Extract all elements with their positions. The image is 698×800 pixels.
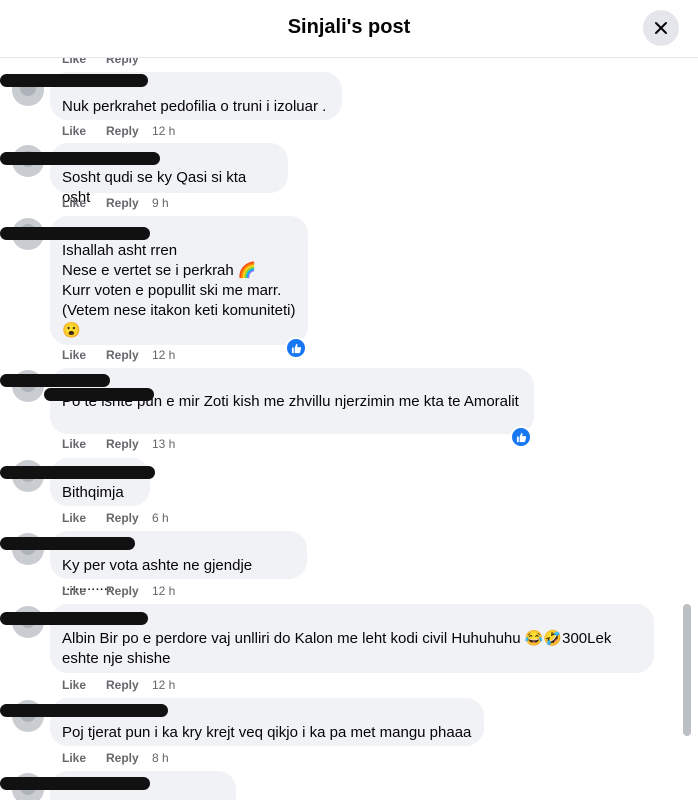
comment-time[interactable]: 6 h xyxy=(152,511,169,525)
redaction-mark xyxy=(0,777,150,790)
like-link[interactable]: Like xyxy=(62,584,106,598)
like-link[interactable]: Like xyxy=(62,511,106,525)
reply-link[interactable]: Reply xyxy=(106,437,152,451)
comment-actions: Like Reply 12 h xyxy=(62,348,175,362)
comment-time[interactable]: 12 h xyxy=(152,678,175,692)
scrollbar[interactable] xyxy=(683,604,691,736)
redaction-mark xyxy=(0,612,148,625)
reaction-badge[interactable] xyxy=(285,337,307,359)
like-link[interactable]: Like xyxy=(62,678,106,692)
close-icon xyxy=(655,22,667,34)
redaction-mark xyxy=(0,74,148,87)
like-link[interactable]: Like xyxy=(62,348,106,362)
redaction-mark xyxy=(0,152,160,165)
comment-text: Nuk perkrahet pedofilia o truni i izolua… xyxy=(62,98,327,115)
comment-author[interactable] xyxy=(62,612,642,629)
reply-link[interactable]: Reply xyxy=(106,678,152,692)
like-link[interactable]: Like xyxy=(62,751,106,765)
reply-link[interactable]: Reply xyxy=(106,511,152,525)
reply-link[interactable]: Reply xyxy=(106,584,152,598)
comment-time[interactable]: 12 h xyxy=(152,124,175,138)
like-link[interactable]: Like xyxy=(62,58,106,66)
comment-time[interactable]: 8 h xyxy=(152,751,169,765)
comment-time[interactable]: 12 h xyxy=(152,584,175,598)
comment-time[interactable]: 12 h xyxy=(152,348,175,362)
comment-actions: Like Reply 6 h xyxy=(62,511,169,525)
close-button[interactable] xyxy=(643,10,679,46)
thumbs-up-icon xyxy=(516,432,526,442)
redaction-mark xyxy=(0,704,168,717)
like-link[interactable]: Like xyxy=(62,437,106,451)
comment-text: Albin Bir po e perdore vaj unlliri do Ka… xyxy=(62,630,612,667)
reply-link[interactable]: Reply xyxy=(106,124,152,138)
comment-text: Ishallah asht rren Nese e vertet se i pe… xyxy=(62,242,296,339)
dialog-header: Sinjali's post xyxy=(0,0,698,58)
redaction-mark xyxy=(0,227,150,240)
redaction-mark xyxy=(0,537,135,550)
reply-link[interactable]: Reply xyxy=(106,751,152,765)
comment-actions: Like Reply 12 h xyxy=(62,678,175,692)
reply-link[interactable]: Reply xyxy=(106,58,152,66)
reaction-badge[interactable] xyxy=(510,426,532,448)
like-link[interactable]: Like xyxy=(62,196,106,210)
comment-actions: Like Reply xyxy=(62,58,152,66)
redaction-mark xyxy=(0,374,110,387)
redaction-mark xyxy=(44,388,154,401)
redaction-mark xyxy=(0,466,155,479)
comment-bubble: Sosht qudi se ky Qasi si kta osht xyxy=(50,143,288,206)
comment-actions: Like Reply 12 h xyxy=(62,584,175,598)
comments-feed[interactable]: Like Reply Nuk perkrahet pedofilia o tru… xyxy=(0,58,698,800)
comment-bubble: Po të ishte pun e mir Zoti kish me zhvil… xyxy=(50,368,534,434)
comment-time[interactable]: 13 h xyxy=(152,437,175,451)
comment-actions: Like Reply 13 h xyxy=(62,437,175,451)
like-link[interactable]: Like xyxy=(62,124,106,138)
comment-actions: Like Reply 12 h xyxy=(62,124,175,138)
comment-text: Poj tjerat pun i ka kry krejt veq qikjo … xyxy=(62,724,472,741)
comment-actions: Like Reply 9 h xyxy=(62,196,169,210)
thumbs-up-icon xyxy=(291,343,301,353)
comment-text: Bithqimja xyxy=(62,484,124,501)
comment-time[interactable]: 9 h xyxy=(152,196,169,210)
dialog-title: Sinjali's post xyxy=(287,16,411,38)
reply-link[interactable]: Reply xyxy=(106,348,152,362)
comment-actions: Like Reply 8 h xyxy=(62,751,169,765)
reply-link[interactable]: Reply xyxy=(106,196,152,210)
